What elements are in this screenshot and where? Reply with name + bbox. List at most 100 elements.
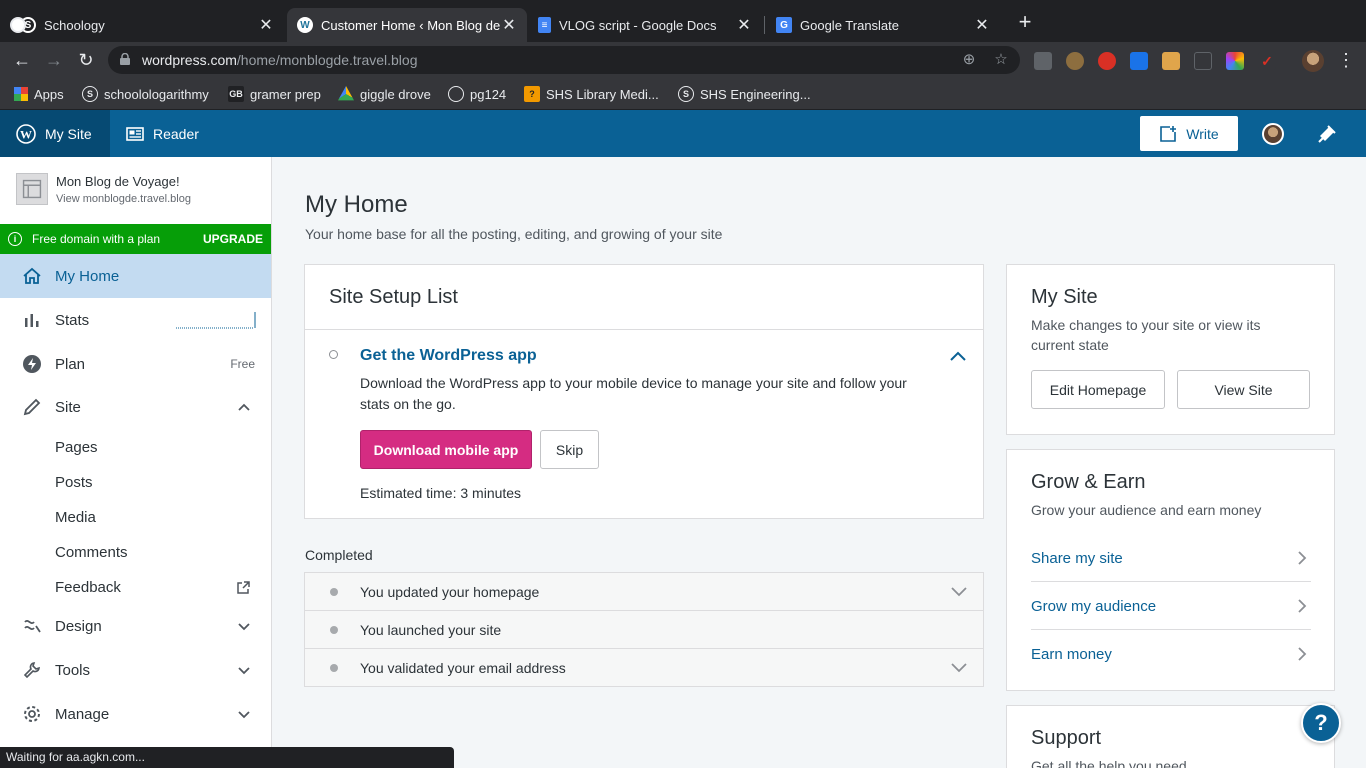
site-title: Mon Blog de Voyage!	[56, 174, 180, 189]
sidebar-subitem-posts[interactable]: Posts	[55, 474, 93, 491]
add-icon[interactable]: ⊕	[960, 51, 978, 69]
url-host: wordpress.com	[142, 52, 237, 68]
close-tab-icon[interactable]: ✕	[501, 15, 517, 35]
checkmark-extension-icon[interactable]: ✓	[1258, 52, 1276, 70]
close-tab-icon[interactable]: ✕	[974, 15, 990, 35]
bookmark-shs-library[interactable]: ? SHS Library Medi...	[524, 85, 659, 103]
close-tab-icon[interactable]: ✕	[736, 15, 752, 35]
bookmark-label: SHS Library Medi...	[546, 86, 659, 102]
address-bar[interactable]: wordpress.com/home/monblogde.travel.blog…	[108, 46, 1020, 74]
dark-extension-icon[interactable]	[1194, 52, 1212, 70]
browser-tabstrip: S Schoology ✕ W Customer Home ‹ Mon Blog…	[0, 0, 1366, 42]
skip-button[interactable]: Skip	[540, 430, 599, 469]
task-complete-dot	[330, 588, 338, 596]
crx-extension-icon[interactable]	[1034, 52, 1052, 70]
completed-task-row[interactable]: You launched your site	[304, 610, 984, 649]
sidebar-item-site[interactable]: Site	[0, 385, 271, 429]
edit-homepage-button[interactable]: Edit Homepage	[1031, 370, 1165, 409]
site-card[interactable]: Mon Blog de Voyage! View monblogde.trave…	[0, 157, 271, 224]
write-button[interactable]: Write	[1140, 116, 1238, 151]
bookmark-pg124[interactable]: pg124	[448, 85, 506, 103]
sidebar-item-label: Manage	[55, 705, 110, 723]
upgrade-text: Free domain with a plan	[32, 232, 161, 246]
sidebar-subitem-comments[interactable]: Comments	[55, 544, 128, 561]
stats-sparkline	[176, 312, 256, 329]
help-button[interactable]: ?	[1301, 703, 1341, 743]
bookmarks-bar: Apps S schoolologarithmy GB gramer prep …	[0, 78, 1366, 110]
bookmark-apps[interactable]: Apps	[14, 85, 64, 103]
upgrade-nudge[interactable]: i Free domain with a plan UPGRADE	[0, 224, 271, 254]
bookmark-shs-engineering[interactable]: S SHS Engineering...	[678, 85, 811, 103]
download-mobile-app-button[interactable]: Download mobile app	[360, 430, 532, 469]
sidebar-item-tools[interactable]: Tools	[0, 648, 271, 692]
grow-earn-title: Grow & Earn	[1031, 471, 1146, 493]
sidebar-item-plan[interactable]: Plan Free	[0, 342, 271, 386]
my-site-card-title: My Site	[1031, 286, 1098, 308]
profile-avatar[interactable]	[1302, 50, 1324, 72]
sidebar-item-manage[interactable]: Manage	[0, 692, 271, 736]
completed-task-row[interactable]: You validated your email address	[304, 648, 984, 687]
external-link-icon	[237, 581, 250, 594]
sidebar-item-design[interactable]: Design	[0, 604, 271, 648]
tab-schoology[interactable]: S Schoology ✕	[10, 8, 284, 42]
task-title[interactable]: Get the WordPress app	[360, 347, 537, 365]
color-extension-icon[interactable]	[1226, 52, 1244, 70]
forward-arrow-icon[interactable]: →	[42, 48, 66, 72]
view-site-button[interactable]: View Site	[1177, 370, 1310, 409]
box-extension-icon[interactable]	[1162, 52, 1180, 70]
notifications-bell-icon[interactable]	[1316, 123, 1338, 145]
reload-icon[interactable]: ↻	[74, 48, 98, 72]
bookmark-gramer-prep[interactable]: GB gramer prep	[228, 85, 321, 103]
sidebar-subitem-media[interactable]: Media	[55, 509, 96, 526]
stats-bars-icon	[25, 314, 39, 327]
share-my-site-link[interactable]: Share my site	[1031, 534, 1311, 582]
bookmark-schoology[interactable]: S schoolologarithmy	[82, 85, 209, 103]
sidebar-item-label: Tools	[55, 661, 91, 679]
user-avatar[interactable]	[1262, 123, 1284, 145]
tab-customer-home[interactable]: W Customer Home ‹ Mon Blog de ✕	[287, 8, 527, 42]
sidebar-subitem-feedback[interactable]: Feedback	[55, 579, 121, 596]
check-extension-icon[interactable]	[1130, 52, 1148, 70]
schoology-icon	[10, 17, 26, 33]
lock-icon	[120, 53, 130, 65]
bookmark-star-icon[interactable]: ☆	[992, 51, 1010, 69]
upgrade-cta[interactable]: UPGRADE	[203, 232, 263, 246]
reader-button[interactable]: Reader	[126, 110, 199, 157]
new-tab-button[interactable]: +	[1014, 11, 1036, 34]
chevron-down-icon[interactable]	[951, 661, 967, 673]
browser-toolbar: ← → ↻ wordpress.com/home/monblogde.trave…	[0, 42, 1366, 78]
chevron-down-icon[interactable]	[951, 585, 967, 597]
chevron-up-icon[interactable]	[237, 400, 251, 414]
schoology-icon: S	[82, 86, 98, 102]
sidebar-item-stats[interactable]: Stats	[0, 298, 271, 342]
tab-google-translate[interactable]: G Google Translate ✕	[766, 8, 1000, 42]
sidebar-item-my-home[interactable]: My Home	[0, 254, 271, 298]
chevron-down-icon[interactable]	[237, 707, 251, 721]
bookmark-label: giggle drove	[360, 86, 431, 102]
adblock-extension-icon[interactable]	[1098, 52, 1116, 70]
my-site-button[interactable]: W My Site	[0, 110, 110, 157]
earn-money-link[interactable]: Earn money	[1031, 630, 1311, 678]
grow-my-audience-link[interactable]: Grow my audience	[1031, 582, 1311, 630]
chevron-down-icon[interactable]	[237, 663, 251, 677]
support-card: Support Get all the help you need	[1006, 705, 1335, 768]
tab-vlog-script[interactable]: ≡ VLOG script - Google Docs ✕	[528, 8, 762, 42]
chevron-up-icon[interactable]	[949, 349, 967, 363]
tab-title: Google Translate	[800, 17, 900, 33]
back-arrow-icon[interactable]: ←	[10, 48, 34, 72]
more-menu-icon[interactable]: ⋮	[1334, 48, 1358, 72]
page-subtitle: Your home base for all the posting, edit…	[305, 226, 723, 242]
plan-bolt-icon	[23, 355, 41, 373]
completed-task-row[interactable]: You updated your homepage	[304, 572, 984, 611]
apps-grid-icon	[14, 87, 28, 101]
site-url-link[interactable]: View monblogde.travel.blog	[56, 193, 191, 205]
wordpress-icon: W	[297, 17, 313, 33]
tab-title: VLOG script - Google Docs	[559, 17, 717, 33]
write-label: Write	[1186, 125, 1219, 142]
completed-heading: Completed	[305, 547, 373, 563]
chevron-down-icon[interactable]	[237, 619, 251, 633]
bookmark-giggle-drove[interactable]: giggle drove	[338, 85, 431, 103]
owl-extension-icon[interactable]	[1066, 52, 1084, 70]
close-tab-icon[interactable]: ✕	[258, 15, 274, 35]
sidebar-subitem-pages[interactable]: Pages	[55, 439, 98, 456]
